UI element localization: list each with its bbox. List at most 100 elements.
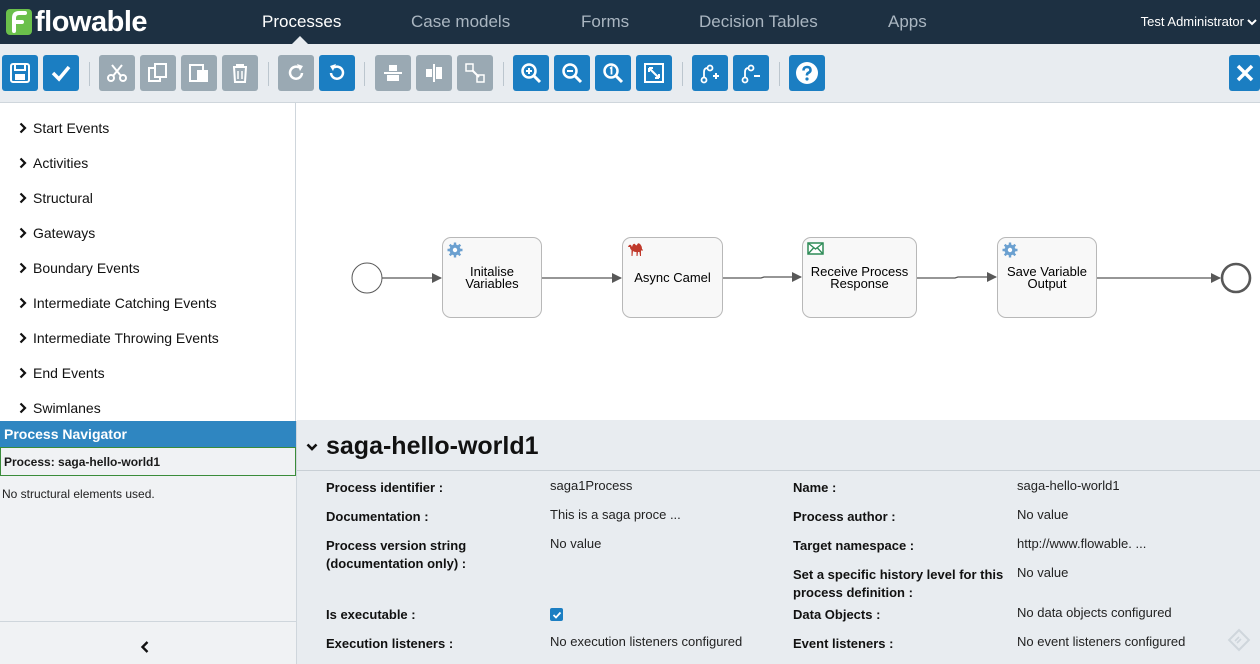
properties-panel: saga-hello-world1 Process identifier : s…: [297, 420, 1260, 664]
tab-apps[interactable]: Apps: [888, 12, 927, 32]
property-label: Process identifier :: [326, 480, 444, 495]
tab-forms[interactable]: Forms: [581, 12, 629, 32]
close-editor-button[interactable]: [1229, 55, 1260, 91]
is-executable-checkbox[interactable]: [550, 608, 563, 621]
service-task-initalise-variables[interactable]: Initalise Variables: [442, 237, 542, 318]
palette-group-label: Boundary Events: [33, 260, 140, 276]
palette-group-structural[interactable]: Structural: [19, 190, 93, 206]
chevron-down-icon: [306, 443, 318, 451]
palette-group-label: Gateways: [33, 225, 96, 241]
diagram-canvas[interactable]: Initalise Variables Async Camel Receive …: [297, 103, 1260, 420]
flowable-logo[interactable]: flowable: [6, 5, 148, 38]
property-value-name[interactable]: saga-hello-world1: [1017, 477, 1120, 495]
same-size-icon: [465, 63, 485, 83]
validate-button[interactable]: [43, 55, 79, 91]
tab-processes[interactable]: Processes: [262, 12, 341, 32]
tab-case-models[interactable]: Case models: [411, 12, 510, 32]
palette-group-intermediate-catching-events[interactable]: Intermediate Catching Events: [19, 295, 217, 311]
zoom-actual-icon: [603, 63, 624, 84]
property-value-process-author[interactable]: No value: [1017, 506, 1068, 524]
property-value-process-identifier[interactable]: saga1Process: [550, 477, 632, 495]
shape-palette: Start Events Activities Structural Gatew…: [0, 103, 296, 421]
task-label: Async Camel: [634, 269, 711, 285]
sequence-flow[interactable]: [917, 272, 997, 282]
camel-task-icon: [628, 243, 643, 256]
palette-group-label: Swimlanes: [33, 400, 101, 416]
divider: [297, 470, 1260, 471]
navigator-footer: [0, 621, 296, 664]
task-label: Initalise Variables: [465, 263, 519, 291]
start-event[interactable]: [351, 262, 383, 294]
palette-group-label: Start Events: [33, 120, 110, 136]
toolbar-separator: [364, 62, 365, 86]
save-icon: [10, 63, 30, 83]
property-value-process-version[interactable]: No value: [550, 535, 601, 553]
zoom-in-icon: [521, 63, 542, 84]
toolbar-separator: [89, 62, 90, 86]
palette-group-boundary-events[interactable]: Boundary Events: [19, 260, 140, 276]
user-menu[interactable]: Test Administrator: [1141, 14, 1257, 29]
task-label: Save Variable Output: [1007, 263, 1087, 291]
receive-task-receive-process-response[interactable]: Receive Process Response: [802, 237, 917, 318]
align-horizontal-button[interactable]: [375, 55, 411, 91]
checkmark-icon: [552, 611, 561, 619]
add-bendpoint-icon: [700, 64, 719, 84]
service-task-save-variable-output[interactable]: Save Variable Output: [997, 237, 1097, 318]
property-value-event-listeners[interactable]: No event listeners configured: [1017, 633, 1185, 651]
remove-bendpoint-button[interactable]: [733, 55, 769, 91]
palette-group-label: Activities: [33, 155, 89, 171]
chevron-right-icon: [19, 192, 27, 204]
logo-text: flowable: [35, 5, 148, 38]
property-label: Is executable :: [326, 607, 416, 622]
zoom-in-button[interactable]: [513, 55, 549, 91]
zoom-fit-icon: [644, 63, 664, 83]
cut-icon: [107, 64, 127, 82]
zoom-fit-button[interactable]: [636, 55, 672, 91]
property-label: Execution listeners :: [326, 636, 454, 651]
palette-group-gateways[interactable]: Gateways: [19, 225, 95, 241]
property-value-history-level[interactable]: No value: [1017, 564, 1068, 582]
align-vertical-button[interactable]: [416, 55, 452, 91]
chevron-right-icon: [19, 367, 27, 379]
palette-group-end-events[interactable]: End Events: [19, 365, 105, 381]
same-size-button[interactable]: [457, 55, 493, 91]
palette-group-swimlanes[interactable]: Swimlanes: [19, 400, 101, 416]
close-icon: [1236, 64, 1253, 82]
undo-icon: [329, 64, 345, 80]
navigator-empty-message: No structural elements used.: [2, 487, 155, 501]
undo-button[interactable]: [319, 55, 355, 91]
redo-button[interactable]: [278, 55, 314, 91]
zoom-actual-button[interactable]: [595, 55, 631, 91]
help-button[interactable]: [789, 55, 825, 91]
chevron-right-icon: [19, 402, 27, 414]
sequence-flow[interactable]: [723, 272, 802, 282]
palette-group-intermediate-throwing-events[interactable]: Intermediate Throwing Events: [19, 330, 219, 346]
delete-button[interactable]: [222, 55, 258, 91]
collapse-panel-chevron-left-icon[interactable]: [140, 640, 150, 654]
camel-task-async-camel[interactable]: Async Camel: [622, 237, 723, 318]
palette-group-activities[interactable]: Activities: [19, 155, 88, 171]
add-bendpoint-button[interactable]: [692, 55, 728, 91]
property-value-data-objects[interactable]: No data objects configured: [1017, 604, 1172, 622]
property-label: Process author :: [793, 509, 896, 524]
cut-button[interactable]: [99, 55, 135, 91]
property-label: Set a specific history level for this pr…: [793, 567, 1004, 600]
copy-button[interactable]: [140, 55, 176, 91]
chevron-right-icon: [19, 262, 27, 274]
end-event[interactable]: [1220, 262, 1252, 294]
palette-group-start-events[interactable]: Start Events: [19, 120, 109, 136]
paste-button[interactable]: [181, 55, 217, 91]
properties-header[interactable]: saga-hello-world1: [306, 432, 539, 461]
chevron-right-icon: [19, 157, 27, 169]
navigator-process-item[interactable]: Process: saga-hello-world1: [0, 447, 296, 476]
property-label: Documentation :: [326, 509, 429, 524]
resize-diamond-icon[interactable]: [1227, 628, 1251, 652]
flowable-logo-mark-icon: [6, 9, 32, 35]
property-value-documentation[interactable]: This is a saga proce ...: [550, 506, 681, 524]
property-value-target-namespace[interactable]: http://www.flowable. ...: [1017, 535, 1146, 553]
zoom-out-button[interactable]: [554, 55, 590, 91]
property-label: Target namespace :: [793, 538, 915, 553]
tab-decision-tables[interactable]: Decision Tables: [699, 12, 818, 32]
save-button[interactable]: [2, 55, 38, 91]
property-value-execution-listeners[interactable]: No execution listeners configured: [550, 633, 742, 651]
